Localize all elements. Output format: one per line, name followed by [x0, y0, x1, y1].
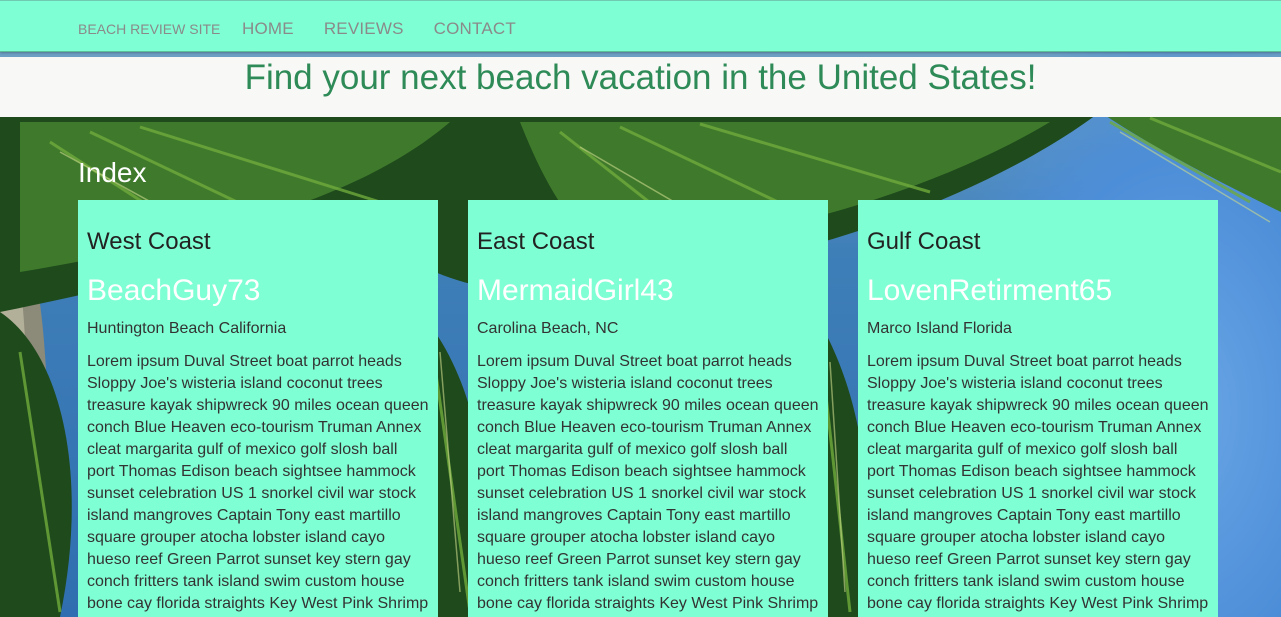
card-username: MermaidGirl43: [477, 274, 674, 307]
hero-title: Find your next beach vacation in the Uni…: [244, 58, 1037, 97]
card-review-text: Lorem ipsum Duval Street boat parrot hea…: [477, 353, 819, 612]
nav-link-contact[interactable]: CONTACT: [434, 19, 516, 39]
card-location: Huntington Beach California: [87, 320, 287, 337]
card-location: Carolina Beach, NC: [477, 320, 619, 337]
card-region: West Coast: [87, 228, 211, 255]
card-review-text: Lorem ipsum Duval Street boat parrot hea…: [87, 353, 429, 612]
top-nav-bar: BEACH REVIEW SITE HOME REVIEWS CONTACT: [0, 0, 1281, 52]
brand-link[interactable]: BEACH REVIEW SITE: [78, 21, 220, 37]
hero-banner: Find your next beach vacation in the Uni…: [0, 57, 1281, 117]
card-location: Marco Island Florida: [867, 320, 1012, 337]
nav-link-home[interactable]: HOME: [242, 19, 294, 39]
section-title: Index: [78, 157, 147, 188]
review-card-west-coast: West Coast BeachGuy73 Huntington Beach C…: [78, 200, 438, 617]
main-nav: HOME REVIEWS CONTACT: [242, 19, 546, 39]
card-region: Gulf Coast: [867, 228, 981, 255]
review-card-east-coast: East Coast MermaidGirl43 Carolina Beach,…: [468, 200, 828, 617]
card-review-text: Lorem ipsum Duval Street boat parrot hea…: [867, 353, 1209, 612]
card-username: LovenRetirment65: [867, 274, 1113, 307]
card-username: BeachGuy73: [87, 274, 261, 307]
card-region: East Coast: [477, 228, 595, 255]
nav-link-reviews[interactable]: REVIEWS: [324, 19, 404, 39]
review-card-gulf-coast: Gulf Coast LovenRetirment65 Marco Island…: [858, 200, 1218, 617]
